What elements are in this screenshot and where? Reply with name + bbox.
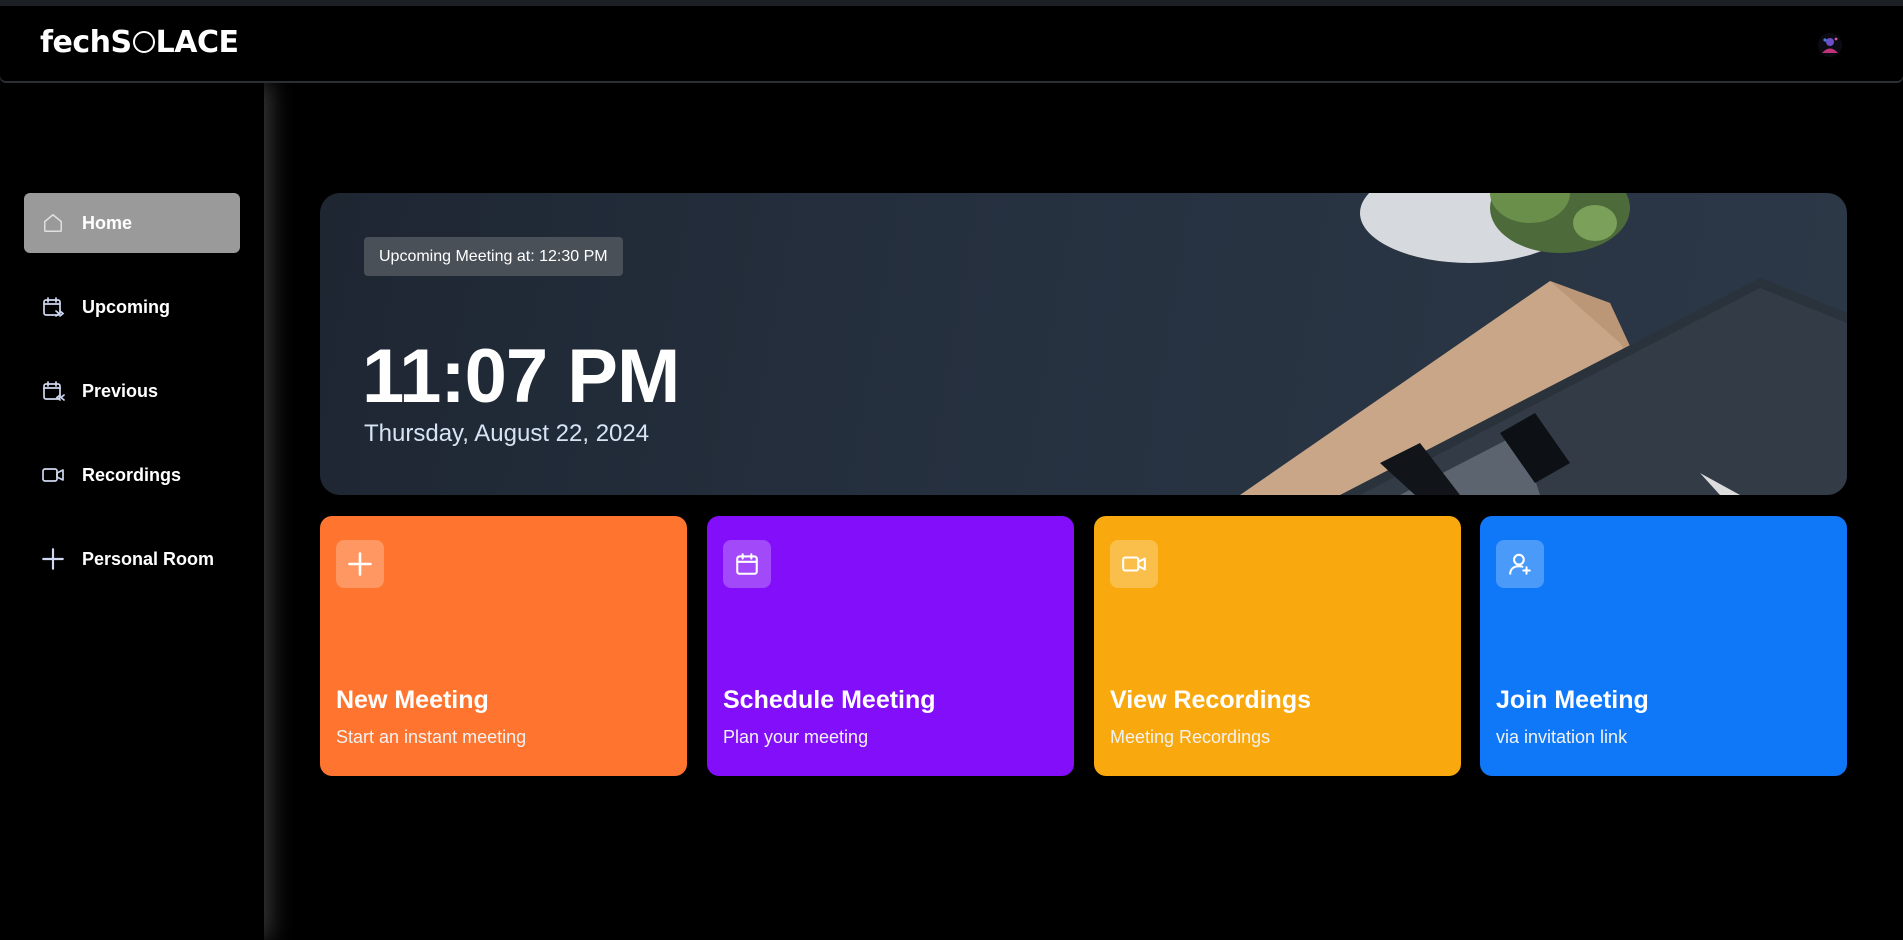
schedule-meeting-card[interactable]: Schedule Meeting Plan your meeting bbox=[707, 516, 1074, 776]
plus-icon bbox=[40, 546, 66, 572]
video-icon bbox=[1110, 540, 1158, 588]
sidebar-item-recordings[interactable]: Recordings bbox=[24, 445, 240, 505]
new-meeting-card[interactable]: New Meeting Start an instant meeting bbox=[320, 516, 687, 776]
card-subtitle: via invitation link bbox=[1496, 727, 1628, 747]
calendar-back-icon bbox=[40, 378, 66, 404]
logo-o-ring bbox=[132, 31, 155, 53]
join-meeting-card[interactable]: Join Meeting via invitation link bbox=[1480, 516, 1847, 776]
avatar-icon bbox=[1818, 33, 1842, 57]
sidebar-item-label: Previous bbox=[82, 380, 159, 401]
video-icon bbox=[40, 462, 66, 488]
hero-banner: Upcoming Meeting at: 12:30 PM 11:07 PM T… bbox=[320, 193, 1847, 495]
card-subtitle: Start an instant meeting bbox=[336, 727, 527, 747]
sidebar-item-home[interactable]: Home bbox=[24, 193, 240, 253]
sidebar-item-previous[interactable]: Previous bbox=[24, 361, 240, 421]
view-recordings-card[interactable]: View Recordings Meeting Recordings bbox=[1094, 516, 1461, 776]
card-title: Join Meeting bbox=[1496, 686, 1649, 714]
user-avatar[interactable] bbox=[1817, 32, 1843, 58]
techsolace-logo[interactable]: fechS LACE bbox=[40, 22, 239, 62]
card-subtitle: Plan your meeting bbox=[723, 727, 869, 747]
user-plus-icon bbox=[1496, 540, 1544, 588]
sidebar-item-personal-room[interactable]: Personal Room bbox=[24, 529, 240, 589]
sidebar-item-label: Recordings bbox=[82, 464, 182, 485]
logo-text-start: fechS bbox=[40, 24, 132, 60]
sidebar-item-label: Personal Room bbox=[82, 548, 215, 569]
home-icon bbox=[40, 210, 66, 236]
calendar-forward-icon bbox=[40, 294, 66, 320]
calendar-icon bbox=[723, 540, 771, 588]
upcoming-meeting-badge: Upcoming Meeting at: 12:30 PM bbox=[364, 237, 623, 276]
sidebar-item-upcoming[interactable]: Upcoming bbox=[24, 277, 240, 337]
card-title: View Recordings bbox=[1110, 686, 1311, 714]
card-subtitle: Meeting Recordings bbox=[1110, 727, 1271, 747]
plus-icon bbox=[336, 540, 384, 588]
card-title: New Meeting bbox=[336, 686, 489, 714]
current-date: Thursday, August 22, 2024 bbox=[364, 420, 650, 447]
sidebar-item-label: Home bbox=[82, 212, 133, 233]
sidebar-item-label: Upcoming bbox=[82, 296, 170, 317]
top-navbar: fechS LACE bbox=[0, 6, 1903, 81]
current-time: 11:07 PM bbox=[362, 334, 680, 419]
card-title: Schedule Meeting bbox=[723, 686, 936, 714]
sidebar: Home Upcoming Previous Recordings Person… bbox=[0, 81, 264, 940]
logo-text-end: LACE bbox=[155, 24, 239, 60]
